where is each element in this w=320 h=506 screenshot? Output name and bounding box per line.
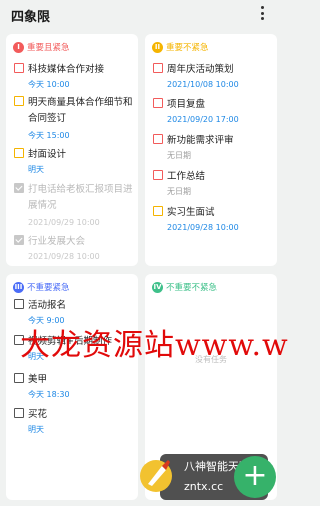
quadrant-header: III 不重要紧急: [13, 281, 70, 293]
quadrant-badge: IV: [152, 281, 163, 293]
task-checkbox-checked[interactable]: [14, 183, 24, 193]
task-checkbox[interactable]: [153, 63, 163, 73]
task-date: 无日期: [167, 151, 191, 160]
task-title: 买花: [28, 409, 48, 420]
task-date: 2021/09/20 17:00: [167, 115, 239, 124]
task-title: 打电话给老板汇报项目进展情况: [28, 184, 133, 211]
task-title: 科技媒体合作对接: [28, 64, 105, 75]
task-title: 活动报名: [28, 300, 67, 311]
quadrant-title: 重要不紧急: [166, 43, 209, 53]
page-title: 四象限: [11, 10, 51, 25]
task-checkbox[interactable]: [14, 96, 24, 106]
task-checkbox[interactable]: [153, 98, 163, 108]
task-checkbox[interactable]: [14, 63, 24, 73]
task-date: 2021/09/28 10:00: [167, 223, 239, 232]
task-title: 实习生面试: [167, 207, 215, 218]
task-checkbox[interactable]: [14, 373, 24, 383]
quadrant-badge: III: [13, 281, 24, 293]
task-checkbox-checked[interactable]: [14, 235, 24, 245]
quadrant-header: I 重要且紧急: [13, 41, 70, 53]
quadrant-badge: I: [13, 41, 24, 53]
app-bar: 四象限: [0, 0, 282, 30]
task-date: 今天 18:30: [28, 390, 70, 399]
quadrant-not-important-urgent: III 不重要紧急 活动报名 今天 9:00 视频剪辑+后期制作 明天 美甲 今…: [6, 274, 138, 500]
task-date: 无日期: [167, 187, 191, 196]
task-title: 周年庆活动策划: [167, 64, 234, 75]
quadrant-title: 不重要不紧急: [166, 283, 218, 293]
task-checkbox[interactable]: [14, 299, 24, 309]
quadrant-header: II 重要不紧急: [152, 41, 209, 53]
quadrant-important-not-urgent: II 重要不紧急 周年庆活动策划 2021/10/08 10:00 项目复盘 2…: [145, 34, 277, 266]
task-date: 今天 15:00: [28, 131, 70, 140]
task-title: 新功能需求评审: [167, 135, 234, 146]
task-checkbox[interactable]: [153, 206, 163, 216]
task-date: 2021/09/28 10:00: [28, 252, 100, 261]
task-checkbox[interactable]: [153, 134, 163, 144]
task-date: 明天: [28, 425, 44, 434]
watermark-text: 大龙资源站www.w: [20, 328, 289, 363]
promo-subtitle: zntx.cc: [184, 480, 224, 493]
task-date: 明天: [28, 165, 44, 174]
task-checkbox[interactable]: [14, 408, 24, 418]
quadrant-header: IV 不重要不紧急: [152, 281, 217, 293]
quadrant-important-urgent: I 重要且紧急 科技媒体合作对接 今天 10:00 明天商量具体合作细节和合同签…: [6, 34, 138, 266]
task-date: 今天 10:00: [28, 80, 70, 89]
task-date: 2021/09/29 10:00: [28, 218, 100, 227]
task-title: 工作总结: [167, 171, 206, 182]
task-title: 项目复盘: [167, 99, 206, 110]
task-title: 明天商量具体合作细节和合同签订: [28, 97, 133, 124]
quadrant-title: 重要且紧急: [27, 43, 70, 53]
task-date: 2021/10/08 10:00: [167, 80, 239, 89]
task-title: 美甲: [28, 374, 48, 385]
task-checkbox[interactable]: [14, 148, 24, 158]
add-task-button[interactable]: +: [234, 456, 276, 498]
more-vertical-icon[interactable]: [256, 2, 268, 24]
task-title: 行业发展大会: [28, 236, 86, 247]
quadrant-title: 不重要紧急: [27, 283, 70, 293]
task-title: 封面设计: [28, 149, 67, 160]
quadrant-badge: II: [152, 41, 163, 53]
task-checkbox[interactable]: [153, 170, 163, 180]
